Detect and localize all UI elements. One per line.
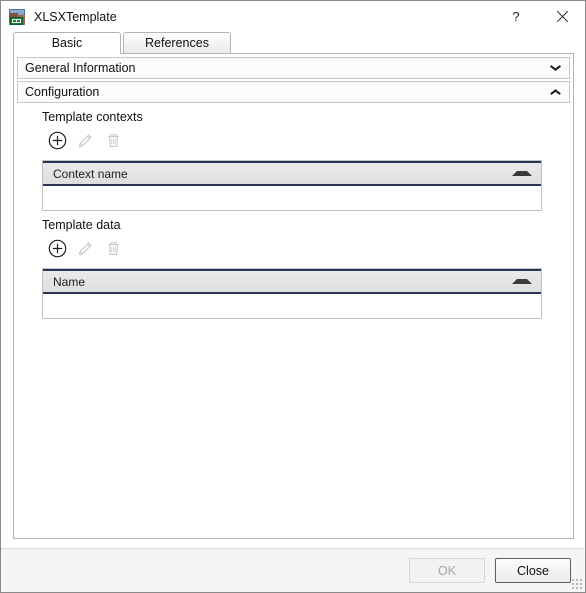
tab-panel-basic: General Information Configuration Templa… <box>13 53 574 539</box>
chevron-down-icon <box>550 65 561 72</box>
tab-basic-label: Basic <box>51 36 83 50</box>
table-template-data: Name <box>42 268 542 319</box>
ok-button[interactable]: OK <box>409 558 485 583</box>
group-template-contexts: Template contexts Context name <box>17 110 570 211</box>
table-header-context-name[interactable]: Context name <box>43 161 541 186</box>
column-header-name: Name <box>53 274 86 289</box>
tab-basic[interactable]: Basic <box>13 32 121 54</box>
close-window-button[interactable] <box>539 1 585 32</box>
tab-strip: Basic References <box>1 32 585 54</box>
group-template-contexts-title: Template contexts <box>42 110 143 124</box>
help-button[interactable]: ? <box>493 1 539 32</box>
toolbar-template-contexts <box>42 127 570 153</box>
edit-pencil-icon <box>78 241 92 255</box>
sort-ascending-icon <box>512 279 532 284</box>
table-body-template-contexts[interactable] <box>43 186 541 210</box>
column-header-context-name: Context name <box>53 166 128 181</box>
table-header-name[interactable]: Name <box>43 269 541 294</box>
title-bar: XLSXTemplate ? <box>1 1 585 32</box>
window-title: XLSXTemplate <box>34 9 117 24</box>
tab-references[interactable]: References <box>123 32 231 53</box>
resize-grip[interactable] <box>570 577 583 590</box>
section-general-information-label: General Information <box>25 61 136 75</box>
delete-trash-icon <box>107 241 119 255</box>
close-icon <box>556 10 569 23</box>
delete-template-context-button[interactable] <box>101 128 125 152</box>
dialog-window: XLSXTemplate ? Basic References General … <box>0 0 586 593</box>
sort-ascending-icon <box>512 171 532 176</box>
close-button[interactable]: Close <box>495 558 571 583</box>
add-template-context-button[interactable] <box>45 128 69 152</box>
add-icon <box>48 131 66 149</box>
add-icon <box>48 239 66 257</box>
delete-template-data-button[interactable] <box>101 236 125 260</box>
group-template-data-title: Template data <box>42 218 121 232</box>
chevron-up-icon <box>550 89 561 96</box>
section-configuration-label: Configuration <box>25 85 100 99</box>
section-general-information[interactable]: General Information <box>17 57 570 79</box>
xlsx-template-icon <box>9 8 25 25</box>
edit-template-context-button[interactable] <box>73 128 97 152</box>
table-body-template-data[interactable] <box>43 294 541 318</box>
edit-template-data-button[interactable] <box>73 236 97 260</box>
toolbar-template-data <box>42 235 570 261</box>
edit-pencil-icon <box>78 133 92 147</box>
group-template-data: Template data Name <box>17 218 570 319</box>
dialog-footer: OK Close <box>1 549 585 592</box>
table-template-contexts: Context name <box>42 160 542 211</box>
tab-references-label: References <box>145 36 209 50</box>
section-configuration[interactable]: Configuration <box>17 81 570 103</box>
add-template-data-button[interactable] <box>45 236 69 260</box>
delete-trash-icon <box>107 133 119 147</box>
